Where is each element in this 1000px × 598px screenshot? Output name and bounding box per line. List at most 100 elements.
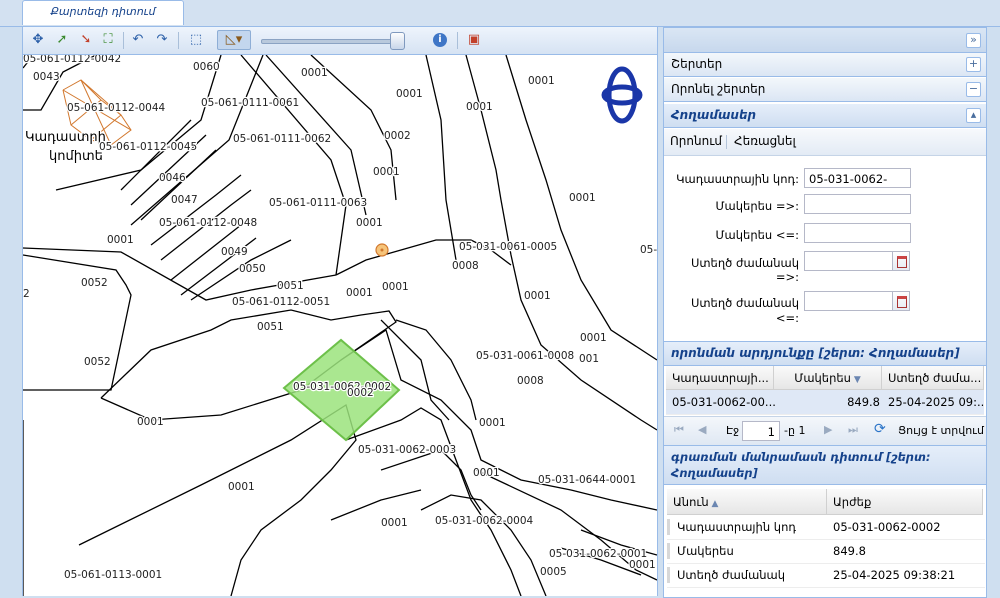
layers-header[interactable]: Շերտեր +: [664, 53, 986, 77]
collapse-icon[interactable]: −: [966, 82, 981, 97]
full-extent-icon[interactable]: ⛶: [99, 31, 117, 49]
measure-icon[interactable]: ◺▾: [217, 30, 251, 50]
search-toolbar: Որոնում Հեռացնել: [664, 129, 986, 156]
map-label: 05-: [640, 244, 657, 256]
pager-of-label: -ը 1: [784, 424, 806, 437]
map-label: 0008: [452, 260, 479, 272]
calendar-icon[interactable]: [892, 251, 910, 271]
created-gte-label-suffix: =>:: [775, 270, 799, 284]
details-row-value: 05-031-0062-0002: [833, 520, 941, 534]
created-gte-input[interactable]: [804, 251, 893, 271]
print-icon[interactable]: ▣: [465, 31, 483, 49]
map-label: 05-061-0112-0044: [67, 102, 166, 114]
area-lte-input[interactable]: [804, 223, 911, 243]
map-label: 05-061-0112-0048: [159, 217, 257, 229]
map-label: 001: [579, 353, 599, 365]
map-label: 0001: [301, 67, 328, 79]
zoom-slider-track[interactable]: [261, 39, 395, 44]
map-label: 05-061-0111-0063: [269, 197, 367, 209]
result-code: 05-031-0062-00...: [672, 395, 776, 409]
map-label: 0001: [137, 416, 164, 428]
results-col-created[interactable]: Ստեղծ ժամա...: [882, 366, 984, 390]
map-label: 0001: [528, 75, 555, 87]
calendar-icon[interactable]: [892, 291, 910, 311]
details-title: գրառման մանրամասն դիտում [շերտ:: [671, 450, 931, 464]
map-label: 05-061-0113-0001: [64, 569, 162, 581]
map-label: 0001: [580, 332, 607, 344]
cadastral-code-label: Կադաստրային կոդ:: [676, 172, 799, 186]
pan-icon[interactable]: ✥: [29, 31, 47, 49]
details-row-name: Կադաստրային կոդ: [677, 520, 796, 534]
navigation-compass-icon[interactable]: [601, 66, 643, 124]
results-row[interactable]: 05-031-0062-00... 849.8 25-04-2025 09:..…: [666, 390, 984, 415]
created-lte-input[interactable]: [804, 291, 893, 311]
tab-map-view[interactable]: Քարտեզի դիտում: [22, 0, 184, 25]
details-row[interactable]: Մակերես 849.8: [667, 540, 985, 564]
layers-label: Շերտեր: [671, 57, 723, 71]
map-label: 0001: [473, 467, 500, 479]
results-col-area-label: Մակերես: [794, 371, 851, 385]
row-marker: [667, 519, 670, 535]
details-col-name[interactable]: Անուն ▲: [667, 489, 827, 515]
map-label: 0060: [193, 61, 220, 73]
created-gte-label: Ստեղծ ժամանակ: [690, 256, 799, 270]
forward-icon[interactable]: ↷: [153, 31, 171, 49]
map-label: 0001: [479, 417, 506, 429]
map-label: 05-061-0112-0051: [232, 296, 330, 308]
map-label: 0008: [517, 375, 544, 387]
details-row-value: 25-04-2025 09:38:21: [833, 568, 956, 582]
details-title-suffix: Հողամասեր]: [671, 466, 758, 480]
zoom-slider-thumb[interactable]: [390, 32, 405, 50]
parcels-section-header[interactable]: Հողամասեր ▴: [664, 104, 986, 128]
right-panel: » Շերտեր + Որոնել շերտեր − Հողամասեր ▴ Ո…: [663, 27, 987, 598]
collapse-section-icon[interactable]: ▴: [966, 108, 981, 123]
tab-bar: Քարտեզի դիտում: [0, 0, 1000, 27]
expand-icon[interactable]: +: [966, 57, 981, 72]
results-col-area[interactable]: Մակերես ▼: [774, 366, 882, 390]
zoom-in-icon[interactable]: ➚: [53, 31, 71, 49]
row-marker: [667, 567, 670, 583]
area-gte-input[interactable]: [804, 194, 911, 214]
map-label: Կադաստրի: [25, 130, 106, 145]
results-col-cadastral[interactable]: Կադաստրայի...: [666, 366, 774, 390]
cadastral-code-input[interactable]: 05-031-0062-0002: [804, 168, 911, 206]
map-label: 0001: [228, 481, 255, 493]
select-box-icon[interactable]: ⬚: [187, 31, 205, 49]
pager-page-label: Էջ: [726, 424, 740, 437]
map-label: 05-031-0062-0004: [435, 515, 534, 527]
map-label: 0001: [107, 234, 134, 246]
details-row-name: Ստեղծ ժամանակ: [677, 568, 786, 582]
pager: ⏮ ◀ Էջ 1 -ը 1 ▶ ⏭ ⟳ Ցույց է տրվում: [664, 416, 986, 446]
results-title: որոնման արդյունքը [շերտ: Հողամասեր]: [671, 346, 960, 360]
map-label: 0047: [171, 194, 198, 206]
details-row[interactable]: Կադաստրային կոդ 05-031-0062-0002: [667, 516, 985, 540]
right-collapse-bar: »: [664, 28, 986, 53]
result-area: 849.8: [847, 395, 880, 409]
clear-button[interactable]: Հեռացնել: [734, 134, 796, 148]
collapse-panel-icon[interactable]: »: [966, 33, 981, 48]
map-label: 0001: [382, 281, 409, 293]
map-label: 0052: [84, 356, 111, 368]
map-canvas[interactable]: 05-061-0112-0042 0043 0060 0001 0001 05-061-0…: [23, 55, 657, 596]
page-number-input[interactable]: 1: [742, 421, 780, 441]
zoom-out-icon[interactable]: ➘: [77, 31, 95, 49]
map-label: 05-061-0112-0042: [23, 55, 121, 65]
map-label: 0001: [373, 166, 400, 178]
refresh-icon[interactable]: ⟳: [874, 421, 886, 437]
map-label: 05-031-0061-0005: [459, 241, 557, 253]
search-button[interactable]: Որոնում: [670, 134, 722, 148]
details-col-value[interactable]: Արժեք: [827, 489, 983, 515]
prev-page-icon[interactable]: ◀: [698, 423, 706, 436]
last-page-icon[interactable]: ⏭: [848, 423, 858, 437]
next-page-icon[interactable]: ▶: [824, 423, 832, 436]
details-row[interactable]: Ստեղծ ժամանակ 25-04-2025 09:38:21: [667, 564, 985, 588]
results-header: որոնման արդյունքը [շերտ: Հողամասեր]: [664, 341, 986, 366]
created-lte-label: Ստեղծ ժամանակ: [690, 296, 799, 310]
map-label: 0001: [466, 101, 493, 113]
result-created: 25-04-2025 09:...: [888, 395, 984, 409]
info-icon[interactable]: i: [433, 33, 447, 47]
back-icon[interactable]: ↶: [129, 31, 147, 49]
map-label: 0052: [81, 277, 108, 289]
search-layers-header[interactable]: Որոնել շերտեր −: [664, 78, 986, 102]
first-page-icon[interactable]: ⏮: [674, 423, 684, 437]
